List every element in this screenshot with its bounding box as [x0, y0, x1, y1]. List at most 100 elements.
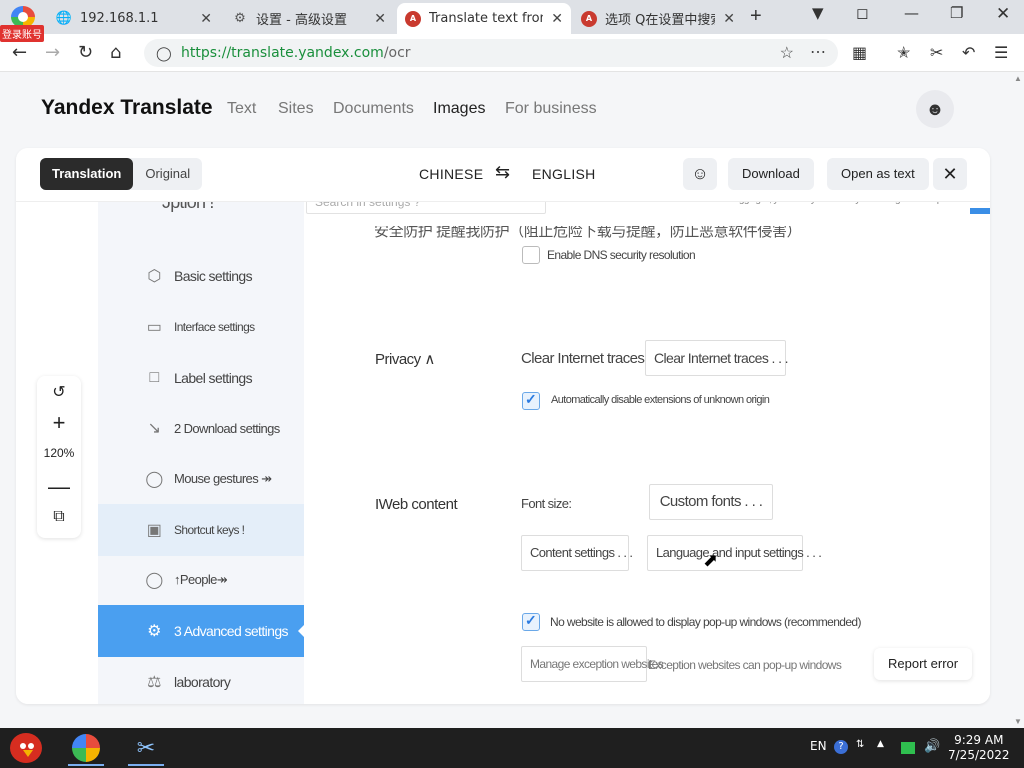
translation-toggle-button[interactable]: Translation — [40, 158, 134, 190]
sidebar-item-advanced[interactable]: ⚙ 3 Advanced settings — [98, 605, 304, 657]
nav-sites[interactable]: Sites — [278, 100, 314, 118]
url-text: https://translate.yandex.com/ocr — [181, 45, 411, 61]
yandex-translate-favicon: A — [581, 10, 597, 27]
sidebar-item-label: Interface settings — [174, 320, 255, 334]
window-icon: ▭ — [146, 319, 162, 336]
open-as-text-button[interactable]: Open as text — [827, 158, 929, 190]
undo-icon[interactable]: ↶ — [962, 43, 975, 62]
original-toggle-button[interactable]: Original — [133, 158, 202, 190]
hexagon-icon: ⬡ — [147, 268, 161, 285]
star-icon[interactable]: ☆ — [780, 43, 794, 63]
scissors-icon[interactable]: ✂ — [930, 43, 943, 62]
login-button-fragment[interactable] — [970, 208, 990, 214]
language-input-settings-button[interactable]: Language and input settings . . . — [647, 535, 822, 571]
clear-traces-label: Clear Internet traces: — [521, 350, 648, 367]
exception-note: Exception websites can pop-up windows — [648, 658, 842, 672]
dns-checkbox[interactable] — [522, 246, 540, 264]
back-icon[interactable]: ← — [12, 42, 27, 63]
pin-icon[interactable]: ◻ — [856, 4, 868, 22]
content-settings-button[interactable]: Content settings . . . — [521, 535, 633, 571]
sidebar-item-label: ↑People↠ — [174, 572, 228, 587]
feedback-icon[interactable]: ☺ — [683, 158, 717, 190]
tab-title: Translate text from pl — [429, 11, 543, 26]
auto-disable-ext-checkbox[interactable] — [522, 391, 540, 410]
zoom-in-icon[interactable]: + — [37, 410, 81, 436]
yandex-translate-logo[interactable]: Yandex Translate — [41, 96, 213, 120]
window-close-icon[interactable]: ✕ — [996, 4, 1010, 24]
browser-logo[interactable]: 登录账号 — [0, 0, 48, 42]
browser-tab-bar: 登录账号 🌐 192.168.1.1 ✕ ⚙ 设置 - 高级设置 ✕ A Tra… — [0, 0, 1024, 42]
mouse-cursor-icon: ⬈ — [703, 550, 719, 570]
restore-icon[interactable]: ❐ — [950, 4, 963, 22]
target-language[interactable]: ENGLISH — [532, 166, 596, 182]
minimize-icon[interactable]: — — [904, 4, 919, 22]
tab-options-search[interactable]: A 选项 Q在设置中搜索 ✕ — [573, 3, 743, 34]
sidebar-item-shortcuts[interactable]: ▣ Shortcut keys ! — [98, 504, 304, 556]
tab-list-icon[interactable]: ▼ — [812, 4, 824, 22]
download-button[interactable]: Download — [728, 158, 814, 190]
browser-app-icon[interactable] — [66, 730, 106, 766]
taskbar: ✂ EN ? ⇅ ▲ 🔊 9:29 AM 7/25/2022 — [0, 728, 1024, 768]
close-icon[interactable]: ✕ — [723, 11, 735, 27]
sidebar-item-label-settings[interactable]: □ Label settings — [98, 352, 304, 404]
page-scrollbar[interactable]: ▲ ▼ — [1012, 72, 1024, 728]
rotate-icon[interactable]: ↺ — [37, 382, 81, 402]
nav-text[interactable]: Text — [227, 100, 256, 118]
privacy-section-label: Privacy ∧ — [375, 351, 435, 368]
nav-for-business[interactable]: For business — [505, 100, 597, 118]
scroll-down-icon[interactable]: ▼ — [1014, 717, 1022, 726]
more-dots-icon[interactable]: ⋯ — [810, 42, 826, 62]
sidebar-item-mouse[interactable]: ◯ Mouse gestures ↠ — [98, 453, 304, 505]
reload-icon[interactable]: ↻ — [78, 42, 93, 63]
menu-icon[interactable]: ☰ — [994, 43, 1008, 62]
apps-grid-icon[interactable]: ▦ — [852, 43, 867, 62]
keyboard-icon: ▣ — [146, 522, 162, 539]
scroll-up-icon[interactable]: ▲ — [1014, 74, 1022, 83]
help-icon[interactable]: ? — [834, 740, 848, 754]
sidebar-item-basic[interactable]: ⬡ Basic settings — [98, 250, 304, 302]
fit-to-screen-icon[interactable]: ⧉ — [37, 508, 81, 526]
web-content-section-label: IWeb content — [375, 496, 458, 513]
snipping-tool-app-icon[interactable]: ✂ — [126, 730, 166, 766]
custom-fonts-button[interactable]: Custom fonts . . . — [649, 484, 773, 520]
system-clock[interactable]: 9:29 AM 7/25/2022 — [948, 733, 1010, 763]
close-icon[interactable]: ✕ — [200, 11, 212, 27]
sidebar-item-label: 2 Download settings — [174, 420, 280, 436]
url-field[interactable]: ◯ https://translate.yandex.com/ocr ☆ ⋯ — [144, 39, 838, 67]
close-icon[interactable]: ✕ — [933, 158, 967, 190]
popup-block-checkbox[interactable] — [522, 612, 540, 631]
sidebar-item-laboratory[interactable]: ⚖ laboratory — [98, 656, 304, 704]
tab-yandex-translate[interactable]: A Translate text from pl ✕ — [397, 3, 571, 34]
scissors-icon: ✂ — [136, 735, 156, 760]
battery-icon[interactable] — [901, 742, 915, 754]
new-tab-button[interactable]: + — [750, 5, 762, 28]
profile-button[interactable]: ☻ — [916, 90, 954, 128]
clock-date: 7/25/2022 — [948, 748, 1010, 762]
volume-icon[interactable]: 🔊 — [924, 739, 940, 754]
forward-icon[interactable]: → — [45, 42, 60, 63]
keyboard-switch-icon[interactable]: ⇅ — [856, 739, 864, 750]
report-error-button[interactable]: Report error — [874, 648, 973, 680]
tab-settings[interactable]: ⚙ 设置 - 高级设置 ✕ — [224, 3, 394, 34]
source-language[interactable]: CHINESE — [419, 166, 483, 182]
favorites-icon[interactable]: ✭ — [897, 43, 910, 62]
sidebar-item-people[interactable]: ◯ ↑People↠ — [98, 554, 304, 606]
input-language[interactable]: EN — [810, 739, 827, 753]
home-icon[interactable]: ⌂ — [110, 42, 121, 63]
login-account-label[interactable]: 登录账号 — [0, 25, 44, 42]
mouse-icon: ◯ — [145, 471, 163, 488]
show-hidden-icons[interactable]: ▲ — [877, 739, 884, 749]
tab-router[interactable]: 🌐 192.168.1.1 ✕ — [48, 3, 220, 34]
manage-exceptions-button[interactable]: Manage exception websites — [521, 646, 664, 682]
close-icon[interactable]: ✕ — [374, 11, 386, 27]
tab-title: 设置 - 高级设置 — [256, 13, 347, 28]
clear-traces-button[interactable]: Clear Internet traces . . . — [645, 340, 789, 376]
swap-languages-icon[interactable]: ⇆ — [495, 162, 510, 183]
sidebar-item-interface[interactable]: ▭ Interface settings — [98, 301, 304, 353]
nav-images[interactable]: Images — [433, 100, 485, 118]
angry-bird-app-icon[interactable] — [6, 730, 46, 766]
zoom-out-icon[interactable]: — — [37, 474, 81, 500]
sidebar-item-download[interactable]: ↘ 2 Download settings — [98, 402, 304, 454]
nav-documents[interactable]: Documents — [333, 100, 414, 118]
close-icon[interactable]: ✕ — [551, 11, 563, 27]
